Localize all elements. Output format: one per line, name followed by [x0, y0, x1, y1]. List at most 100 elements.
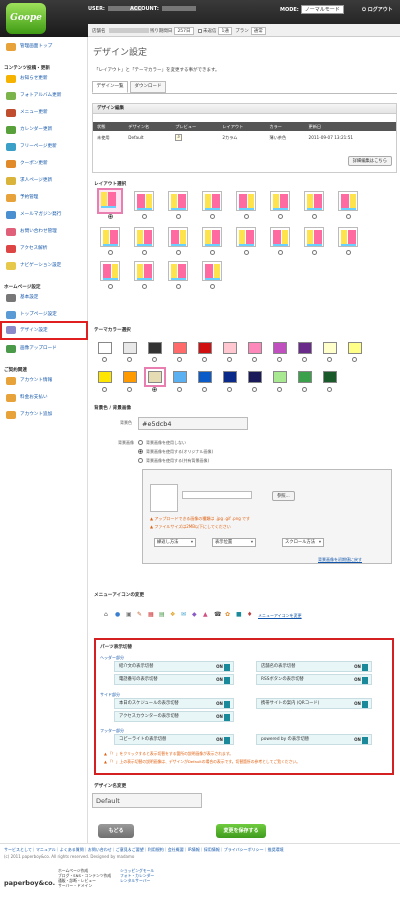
color-swatch[interactable] — [144, 367, 166, 387]
layout-thumbnail[interactable] — [304, 191, 324, 211]
layout-radio[interactable] — [244, 250, 249, 255]
layout-radio[interactable] — [278, 250, 283, 255]
toggle-copyright[interactable]: コピーライトの表示切替 ON — [114, 734, 234, 745]
tab-design-list[interactable]: デザイン一覧 — [92, 81, 128, 93]
layout-thumbnail[interactable] — [202, 191, 222, 211]
layout-radio[interactable] — [210, 214, 215, 219]
color-radio[interactable] — [127, 357, 132, 362]
color-swatch[interactable] — [248, 342, 262, 354]
layout-radio[interactable] — [142, 284, 147, 289]
layout-radio[interactable] — [312, 250, 317, 255]
sidebar-item-reserve[interactable]: 予約管理 — [0, 192, 88, 204]
toggle-counter[interactable]: アクセスカウンターの表示切替 ON — [114, 711, 234, 722]
sidebar-item-navigation[interactable]: ナビゲーション設定 — [0, 260, 88, 272]
color-radio[interactable] — [177, 387, 182, 392]
paperboy-logo[interactable]: paperboy&co. — [4, 879, 55, 887]
logout-button[interactable]: ⏻ ログアウト — [362, 6, 393, 13]
layout-radio[interactable] — [176, 250, 181, 255]
on-switch[interactable]: ON — [351, 699, 371, 708]
color-swatch[interactable] — [98, 371, 112, 383]
layout-thumbnail[interactable] — [97, 188, 123, 214]
on-switch[interactable]: ON — [213, 675, 233, 684]
position-select[interactable]: 表示位置 — [212, 538, 256, 547]
color-swatch[interactable] — [223, 371, 237, 383]
tab-download[interactable]: ダウンロード — [130, 81, 166, 93]
layout-thumbnail[interactable] — [168, 261, 188, 281]
sidebar-item-news[interactable]: お知らせ更新 — [0, 73, 88, 85]
bg-radio-none[interactable] — [138, 440, 143, 445]
layout-thumbnail[interactable] — [100, 261, 120, 281]
layout-thumbnail[interactable] — [270, 227, 290, 247]
layout-thumbnail[interactable] — [236, 191, 256, 211]
color-radio[interactable] — [227, 357, 232, 362]
layout-radio[interactable] — [142, 250, 147, 255]
color-swatch[interactable] — [123, 371, 137, 383]
layout-radio[interactable] — [210, 284, 215, 289]
color-radio[interactable] — [302, 387, 307, 392]
layout-radio[interactable] — [176, 284, 181, 289]
layout-thumbnail[interactable] — [134, 191, 154, 211]
file-input[interactable] — [182, 491, 252, 499]
bg-radio-shared[interactable] — [138, 458, 143, 463]
color-radio[interactable] — [327, 357, 332, 362]
color-swatch[interactable] — [323, 342, 337, 354]
toggle-intro[interactable]: 紹介文の表示切替 ON — [114, 661, 234, 672]
bg-color-input[interactable]: #e5dcb4 — [138, 417, 248, 430]
sidebar-item-inquiry[interactable]: お問い合わせ管理 — [0, 226, 88, 238]
layout-radio[interactable] — [278, 214, 283, 219]
color-radio[interactable] — [102, 387, 107, 392]
on-switch[interactable]: ON — [213, 735, 233, 744]
color-radio[interactable] — [252, 387, 257, 392]
color-radio[interactable] — [127, 387, 132, 392]
layout-thumbnail[interactable] — [168, 227, 188, 247]
color-swatch[interactable] — [298, 371, 312, 383]
toggle-phone[interactable]: 電話番号の表示切替 ON — [114, 674, 234, 685]
color-radio[interactable] — [202, 387, 207, 392]
scroll-select[interactable]: スクロール方法 — [282, 538, 324, 547]
bg-reset-link[interactable]: 背景画像を初期値に戻す — [318, 557, 362, 563]
goope-logo[interactable]: Goope — [6, 3, 46, 34]
footer-link[interactable]: レンタルサーバー — [120, 878, 154, 883]
footer-links[interactable]: サービスとして｜マニュアル｜よくある質問｜お問い合わせ｜ご意見＆ご要望｜利用規約… — [4, 847, 284, 853]
footer-service[interactable]: サーバー・ドメイン — [58, 883, 111, 888]
on-switch[interactable]: ON — [351, 735, 371, 744]
color-swatch[interactable] — [123, 342, 137, 354]
layout-radio[interactable] — [312, 214, 317, 219]
color-swatch[interactable] — [198, 371, 212, 383]
sidebar-item-addaccount[interactable]: アカウント追加 — [0, 409, 88, 421]
color-swatch[interactable] — [248, 371, 262, 383]
on-switch[interactable]: ON — [213, 662, 233, 671]
toggle-poweredby[interactable]: powered by の表示切替 ON — [256, 734, 372, 745]
layout-thumbnail[interactable] — [338, 191, 358, 211]
color-radio[interactable] — [327, 387, 332, 392]
back-button[interactable]: もどる — [98, 824, 134, 838]
sidebar-item-imageupload[interactable]: 画像アップロード — [0, 343, 88, 355]
toggle-mobile[interactable]: 携帯サイトの案内 (QRコード) ON — [256, 698, 372, 709]
sidebar-item-mailmag[interactable]: メールマガジン発行 — [0, 209, 88, 221]
color-radio[interactable] — [152, 357, 157, 362]
layout-thumbnail[interactable] — [202, 261, 222, 281]
sidebar-item-recruit[interactable]: 求人ページ更新 — [0, 175, 88, 187]
color-swatch[interactable] — [298, 342, 312, 354]
menu-icon-link[interactable]: メニューアイコンを変更 — [258, 613, 302, 619]
save-button[interactable]: 変更を保存する — [216, 824, 266, 838]
layout-thumbnail[interactable] — [236, 227, 256, 247]
layout-radio[interactable] — [108, 284, 113, 289]
layout-radio[interactable] — [108, 214, 113, 219]
color-swatch[interactable] — [223, 342, 237, 354]
color-swatch[interactable] — [323, 371, 337, 383]
design-name-input[interactable]: Default — [92, 793, 202, 808]
color-swatch[interactable] — [98, 342, 112, 354]
toggle-schedule[interactable]: 本日のスケジュールの表示切替 ON — [114, 698, 234, 709]
layout-thumbnail[interactable] — [338, 227, 358, 247]
layout-radio[interactable] — [176, 214, 181, 219]
color-radio[interactable] — [177, 357, 182, 362]
layout-thumbnail[interactable] — [304, 227, 324, 247]
color-swatch[interactable] — [273, 371, 287, 383]
color-radio[interactable] — [352, 357, 357, 362]
mode-select[interactable]: ノーマルモード — [300, 5, 344, 14]
sidebar-item-toppage[interactable]: トップページ設定 — [0, 309, 88, 321]
sidebar-item-design[interactable]: デザイン設定 — [0, 321, 88, 340]
layout-thumbnail[interactable] — [134, 227, 154, 247]
color-radio[interactable] — [302, 357, 307, 362]
